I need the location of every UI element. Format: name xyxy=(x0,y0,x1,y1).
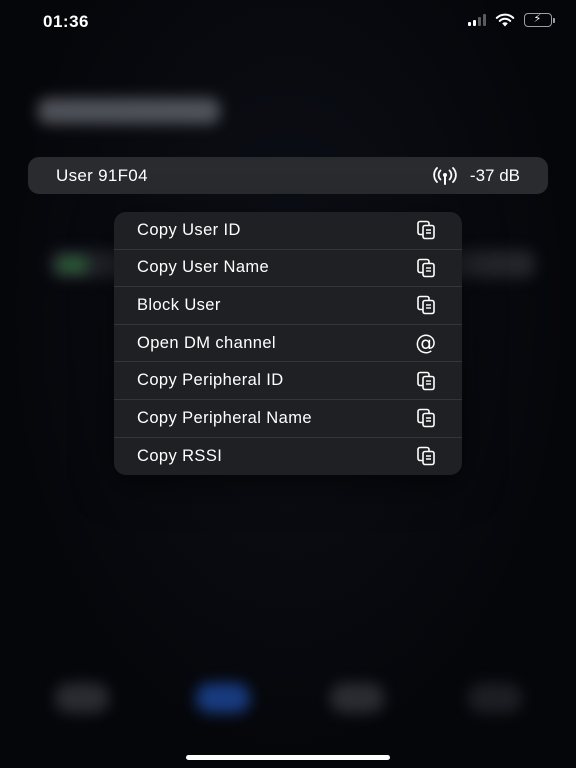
menu-item-label: Block User xyxy=(137,295,221,314)
menu-item-label: Copy User Name xyxy=(137,258,270,277)
context-menu: Copy User ID Copy User Name Block User O… xyxy=(114,212,462,476)
wifi-icon xyxy=(495,13,515,27)
peer-rssi: -37 dB xyxy=(432,166,520,186)
peer-row[interactable]: User 91F04 -37 dB xyxy=(28,157,548,194)
copy-icon xyxy=(414,444,438,468)
blurred-tab-4 xyxy=(468,683,522,713)
battery-charging-icon: ⚡ xyxy=(524,13,555,27)
copy-icon xyxy=(414,406,438,430)
menu-item-label: Open DM channel xyxy=(137,333,276,352)
menu-item-block-user[interactable]: Block User xyxy=(114,287,462,325)
copy-icon xyxy=(414,218,438,242)
blurred-status-indicator xyxy=(58,258,88,272)
cellular-signal-icon xyxy=(468,14,486,26)
blurred-title xyxy=(38,98,220,124)
menu-item-copy-user-name[interactable]: Copy User Name xyxy=(114,250,462,288)
menu-item-copy-peripheral-id[interactable]: Copy Peripheral ID xyxy=(114,362,462,400)
screen: 01:36 ⚡ User 91F04 -37 dB Copy User ID C… xyxy=(0,0,576,768)
menu-item-label: Copy Peripheral ID xyxy=(137,371,284,390)
menu-item-label: Copy Peripheral Name xyxy=(137,408,312,427)
rssi-value: -37 dB xyxy=(469,165,520,185)
status-icons: ⚡ xyxy=(468,13,555,27)
status-time: 01:36 xyxy=(43,12,89,31)
peer-name: User 91F04 xyxy=(56,165,148,185)
menu-item-copy-rssi[interactable]: Copy RSSI xyxy=(114,438,462,476)
menu-item-label: Copy User ID xyxy=(137,220,241,239)
blurred-tab-2 xyxy=(196,683,250,713)
blurred-tab-3 xyxy=(330,683,384,713)
menu-item-copy-peripheral-name[interactable]: Copy Peripheral Name xyxy=(114,400,462,438)
menu-item-open-dm-channel[interactable]: Open DM channel @ xyxy=(114,325,462,363)
antenna-icon xyxy=(433,166,457,185)
blurred-tab-1 xyxy=(55,683,109,713)
at-icon: @ xyxy=(415,330,437,355)
copy-icon xyxy=(414,369,438,393)
copy-icon xyxy=(414,293,438,317)
menu-item-label: Copy RSSI xyxy=(137,446,223,465)
home-indicator[interactable] xyxy=(186,755,390,760)
menu-item-copy-user-id[interactable]: Copy User ID xyxy=(114,212,462,250)
copy-icon xyxy=(414,256,438,280)
